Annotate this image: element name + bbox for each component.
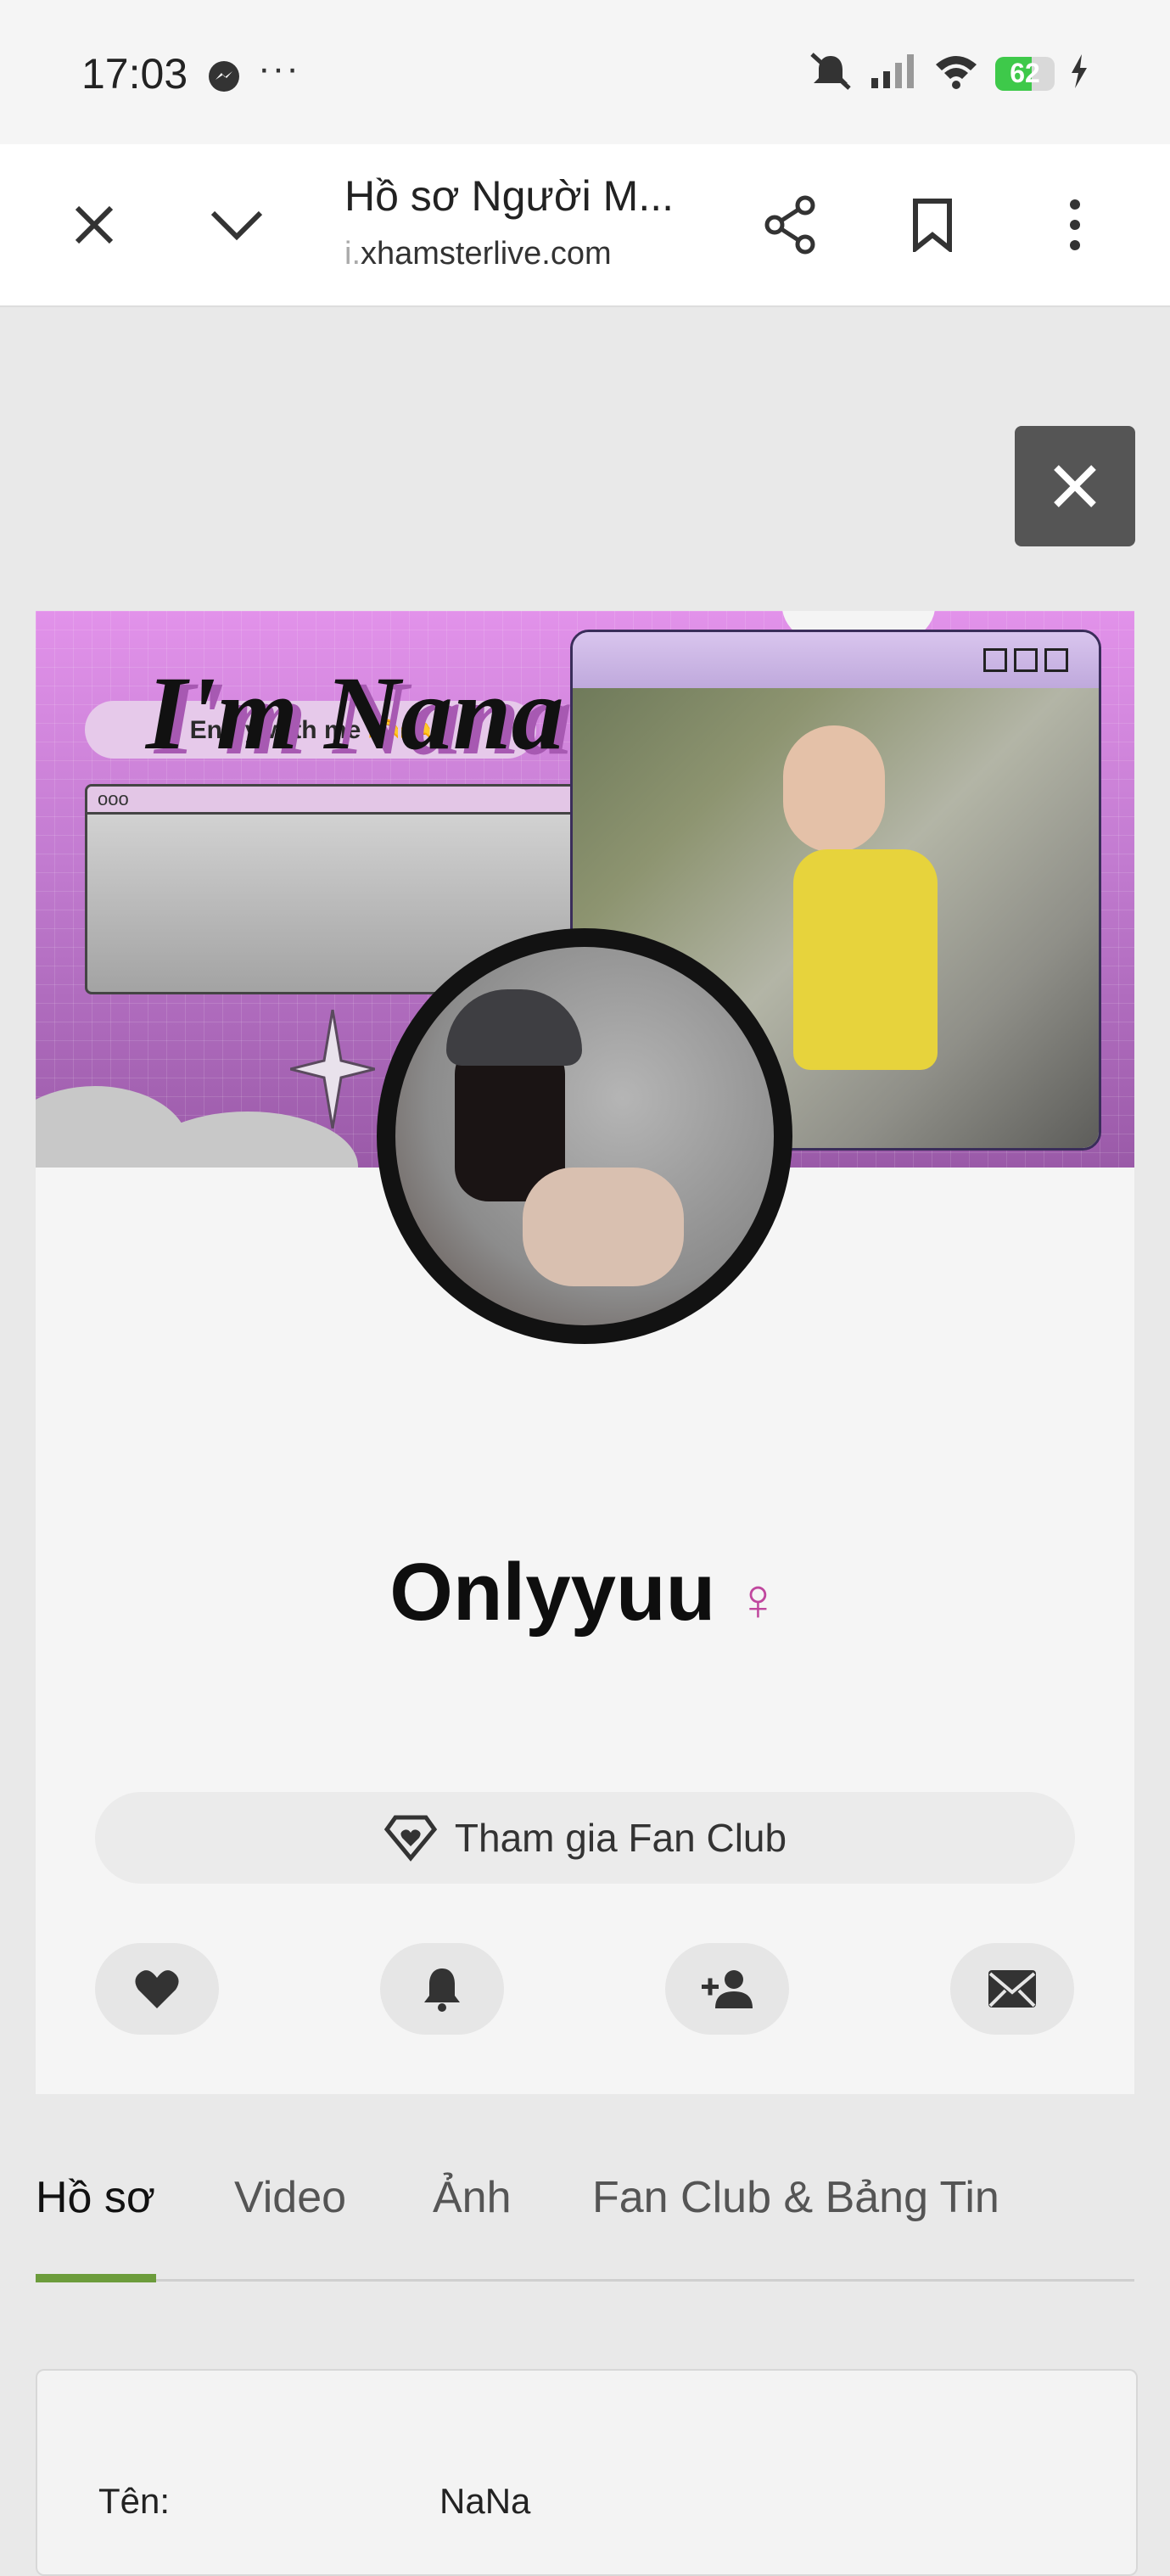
chevron-down-icon — [210, 210, 263, 241]
profile-tabs: Hồ sơ Video Ảnh Fan Club & Bảng Tin — [36, 2172, 1134, 2282]
close-icon — [75, 205, 114, 244]
bookmark-icon — [913, 199, 952, 252]
share-button[interactable] — [760, 195, 820, 255]
window-dots: ooo — [98, 788, 129, 809]
tab-photos[interactable]: Ảnh — [433, 2172, 512, 2223]
bookmark-button[interactable] — [903, 195, 962, 255]
profile-info-card: Tên: NaNa — [36, 2369, 1138, 2576]
photo-figure-head — [783, 725, 885, 853]
active-tab-indicator — [36, 2274, 156, 2282]
browser-toolbar: Hồ sơ Người M... i.xhamsterlive.com — [0, 144, 1170, 307]
battery-level: 62 — [1010, 58, 1040, 88]
profile-card: Enjoy with me 🫶🫶 ooo+ I'm Nana Onlyyuu♀ … — [36, 611, 1134, 2094]
avatar[interactable] — [377, 928, 792, 1344]
tab-profile[interactable]: Hồ sơ — [36, 2172, 155, 2223]
add-friend-icon — [702, 1970, 753, 2008]
share-icon — [764, 195, 815, 255]
banner-headline: I'm Nana — [146, 655, 564, 771]
status-time: 17:03 — [81, 50, 188, 98]
close-icon — [1054, 465, 1096, 507]
status-bar: 17:03 ··· 62 — [0, 0, 1170, 144]
join-fanclub-button[interactable]: Tham gia Fan Club — [95, 1792, 1075, 1884]
page-title: Hồ sơ Người M... — [344, 172, 674, 220]
username-text: Onlyyuu — [389, 1547, 716, 1638]
female-icon: ♀ — [736, 1566, 781, 1632]
add-friend-button[interactable] — [665, 1943, 789, 2035]
more-menu-button[interactable] — [1045, 195, 1105, 255]
join-fanclub-label: Tham gia Fan Club — [454, 1816, 787, 1860]
wifi-icon — [932, 53, 980, 94]
message-button[interactable] — [950, 1943, 1074, 2035]
notification-more-icon: ··· — [258, 48, 300, 89]
tab-video[interactable]: Video — [234, 2172, 346, 2223]
tab-fanclub-feed[interactable]: Fan Club & Bảng Tin — [592, 2172, 999, 2223]
page-url[interactable]: i.xhamsterlive.com — [344, 236, 612, 272]
more-vert-icon — [1070, 199, 1080, 250]
minimize-button[interactable] — [207, 195, 266, 255]
name-label: Tên: — [98, 2481, 171, 2521]
mute-icon — [807, 53, 854, 94]
close-overlay-button[interactable] — [1015, 426, 1135, 546]
avatar-photo — [395, 947, 774, 1325]
url-prefix: i. — [344, 236, 361, 272]
sparkle-icon — [290, 1010, 375, 1128]
battery-icon: 62 — [995, 56, 1055, 91]
message-icon — [988, 1970, 1036, 2008]
url-domain: xhamsterlive.com — [361, 236, 612, 272]
status-icons: 62 — [807, 53, 1089, 94]
messenger-icon — [207, 59, 241, 93]
username: Onlyyuu ♀ — [36, 1546, 1134, 1639]
photo-figure-body — [793, 849, 938, 1070]
diamond-heart-icon — [383, 1815, 438, 1862]
close-tab-button[interactable] — [64, 195, 124, 255]
signal-icon — [870, 53, 917, 94]
charging-icon — [1070, 53, 1089, 94]
bell-icon — [424, 1968, 460, 2012]
favorite-button[interactable] — [95, 1943, 219, 2035]
heart-icon — [135, 1970, 179, 2008]
notify-button[interactable] — [380, 1943, 504, 2035]
name-value: NaNa — [439, 2481, 531, 2521]
photo-window-bar — [573, 632, 1099, 688]
